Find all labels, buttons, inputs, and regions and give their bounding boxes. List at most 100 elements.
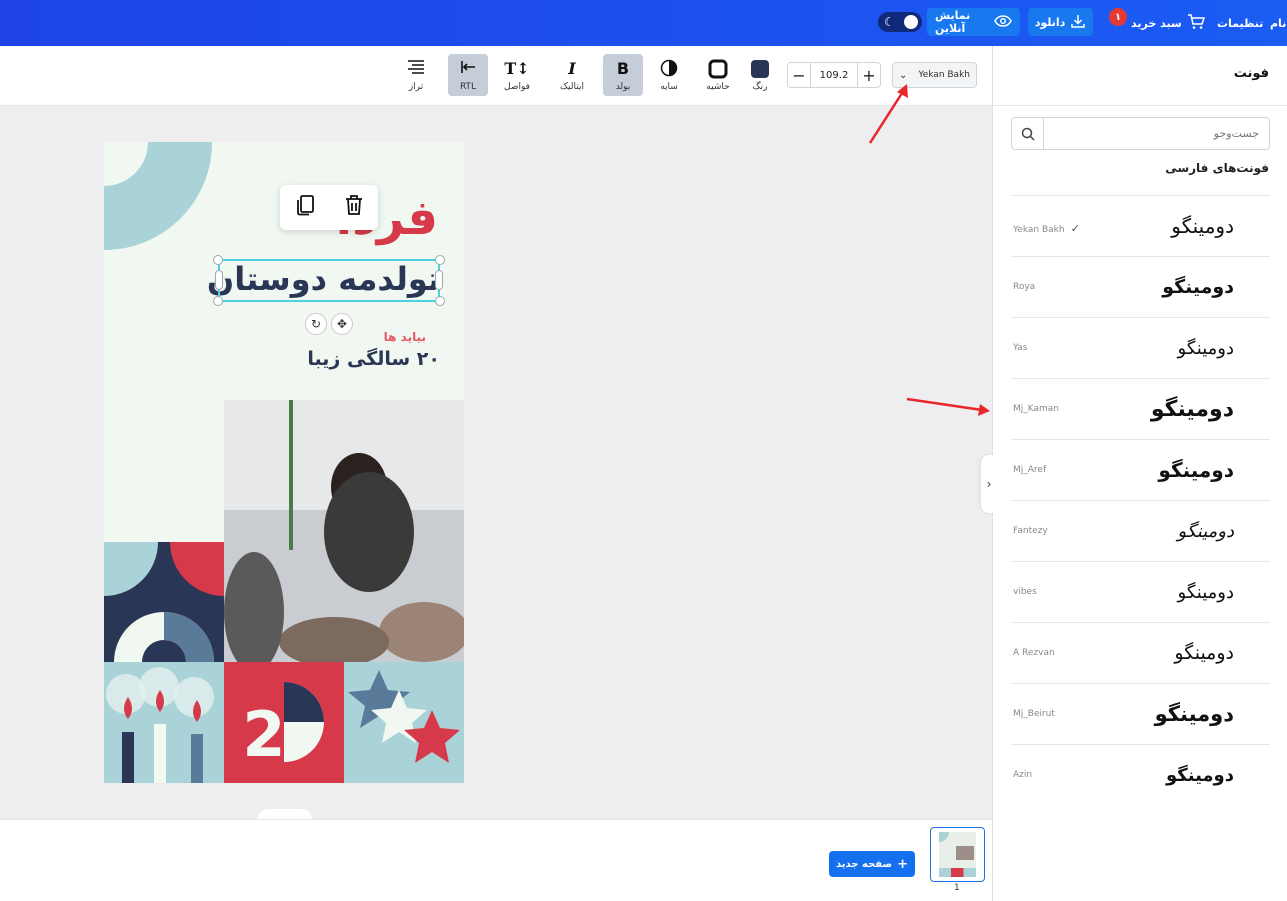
font-preview: دومینگو — [1177, 337, 1234, 359]
italic-tool[interactable]: I ایتالیک — [552, 54, 592, 96]
font-item-mj-kaman[interactable]: Mj_Kaman دومینگو — [1011, 378, 1270, 439]
font-preview: دومینگو — [1158, 458, 1234, 482]
rotate-icon[interactable]: ↻ — [305, 313, 327, 335]
trash-icon[interactable] — [345, 194, 363, 221]
decrease-size-button[interactable]: − — [788, 63, 810, 87]
font-name: Mj_Beirut — [1013, 709, 1055, 719]
font-search — [1011, 117, 1270, 150]
increase-size-button[interactable]: + — [858, 63, 880, 87]
svg-text:2: 2 — [242, 698, 285, 771]
cart-button[interactable]: سبد خرید — [1131, 0, 1205, 46]
rtl-icon — [459, 59, 477, 79]
font-select-value: Yekan Bakh — [918, 70, 970, 80]
font-size-value[interactable]: 109.2 — [810, 63, 858, 87]
duplicate-icon[interactable] — [295, 194, 315, 221]
font-preview: دومینگو — [1162, 276, 1234, 298]
resize-handle-bl[interactable] — [213, 296, 223, 306]
font-size-control: − 109.2 + — [787, 62, 881, 88]
cart-count-badge: ۱ — [1109, 8, 1127, 26]
font-preview: دومینگو — [1165, 764, 1235, 786]
persian-fonts-heading: فونت‌های فارسی — [1165, 161, 1269, 175]
resize-handle-br[interactable] — [435, 296, 445, 306]
shadow-icon — [660, 59, 678, 79]
bold-icon: B — [616, 58, 630, 78]
font-item-mj-beirut[interactable]: Mj_Beirut دومینگو — [1011, 683, 1270, 744]
spacing-tool[interactable]: T↕ فواصل — [497, 54, 537, 96]
new-page-button[interactable]: صفحه جدید + — [829, 851, 915, 877]
cart-label: سبد خرید — [1131, 16, 1182, 30]
canvas-area: 2 فردا تولدمه دوستان بیاید ها ۲۰ سالگی ز… — [0, 106, 992, 819]
font-item-yas[interactable]: Yas دومینگو — [1011, 317, 1270, 378]
font-preview: دومینگو — [1171, 214, 1234, 238]
align-tool[interactable]: تراز — [396, 54, 436, 96]
resize-handle-left[interactable] — [215, 270, 223, 290]
spacing-icon: T↕ — [504, 58, 530, 78]
check-icon: ✓ — [1070, 221, 1080, 235]
border-label: حاشیه — [706, 81, 730, 92]
font-name: Mj_Kaman — [1013, 404, 1060, 414]
font-preview: دومینگو — [1177, 581, 1234, 603]
settings-menu[interactable]: تنظیمات — [1217, 0, 1263, 46]
color-label: رنگ — [752, 81, 768, 92]
font-item-fantezy[interactable]: Fantezy دومینگو — [1011, 500, 1270, 561]
color-tool[interactable]: رنگ — [740, 54, 780, 96]
selection-box — [218, 259, 440, 302]
shadow-label: سایه — [660, 81, 678, 92]
font-item-yekan-bakh[interactable]: Yekan Bakh ✓ دومینگو — [1011, 195, 1270, 256]
rtl-label: RTL — [459, 81, 477, 92]
move-icon[interactable]: ✥ — [331, 313, 353, 335]
online-preview-button[interactable]: نمایش آنلاین — [927, 8, 1020, 36]
spacing-label: فواصل — [504, 81, 530, 92]
border-tool[interactable]: حاشیه — [698, 54, 738, 96]
page-number: 1 — [954, 883, 960, 893]
font-name: A Rezvan — [1013, 648, 1055, 658]
font-search-input[interactable] — [1044, 118, 1269, 149]
align-icon — [407, 59, 425, 79]
toggle-knob — [904, 15, 918, 29]
font-item-roya[interactable]: Roya دومینگو — [1011, 256, 1270, 317]
color-swatch — [750, 59, 770, 79]
font-item-azin[interactable]: Azin دومینگو — [1011, 744, 1270, 805]
shadow-tool[interactable]: سایه — [649, 54, 689, 96]
font-family-select[interactable]: ⌄ Yekan Bakh — [892, 62, 977, 88]
eye-icon — [994, 14, 1012, 30]
italic-icon: I — [568, 58, 576, 78]
font-name: Yekan Bakh — [1013, 224, 1065, 235]
element-context-menu — [280, 185, 378, 230]
font-preview: دومینگو — [1150, 396, 1234, 422]
font-item-vibes[interactable]: vibes دومینگو — [1011, 561, 1270, 622]
chevron-down-icon: ⌄ — [899, 69, 908, 81]
new-page-label: صفحه جدید — [835, 858, 893, 870]
download-button[interactable]: دانلود — [1028, 8, 1093, 36]
font-item-mj-aref[interactable]: Mj_Aref دومینگو — [1011, 439, 1270, 500]
font-panel: فونت فونت‌های فارسی Yekan Bakh✓ دومینگو … — [992, 46, 1287, 901]
resize-handle-tl[interactable] — [213, 255, 223, 265]
font-name: Mj_Aref — [1013, 465, 1047, 475]
bold-label: بولد — [615, 81, 631, 92]
resize-handle-tr[interactable] — [435, 255, 445, 265]
font-item-a-rezvan[interactable]: A Rezvan دومینگو — [1011, 622, 1270, 683]
panel-title: فونت — [1233, 66, 1269, 81]
font-preview: دومینگو — [1177, 520, 1234, 542]
design-subtitle-red[interactable]: بیاید ها — [384, 330, 426, 344]
download-label: دانلود — [1034, 15, 1066, 29]
font-preview: دومینگو — [1154, 702, 1234, 726]
page-thumbnail[interactable] — [930, 827, 985, 882]
align-label: تراز — [408, 81, 424, 92]
moon-icon: ☾ — [884, 15, 895, 29]
dark-mode-toggle[interactable]: ☾ — [878, 12, 922, 32]
panel-collapse-toggle[interactable]: › — [981, 455, 997, 513]
chevron-right-icon: › — [986, 477, 992, 491]
rtl-tool[interactable]: RTL — [448, 54, 488, 96]
resize-handle-right[interactable] — [435, 270, 443, 290]
font-name: vibes — [1013, 587, 1037, 597]
design-page: 2 فردا تولدمه دوستان بیاید ها ۲۰ سالگی ز… — [104, 142, 464, 783]
name-menu[interactable]: نام — [1270, 0, 1286, 46]
border-icon — [708, 59, 728, 79]
design-subtitle-main[interactable]: ۲۰ سالگی زیبا — [307, 348, 440, 370]
download-icon — [1070, 13, 1086, 32]
cart-icon — [1187, 13, 1205, 33]
italic-label: ایتالیک — [560, 81, 584, 92]
bold-tool[interactable]: B بولد — [603, 54, 643, 96]
search-icon[interactable] — [1012, 118, 1044, 149]
